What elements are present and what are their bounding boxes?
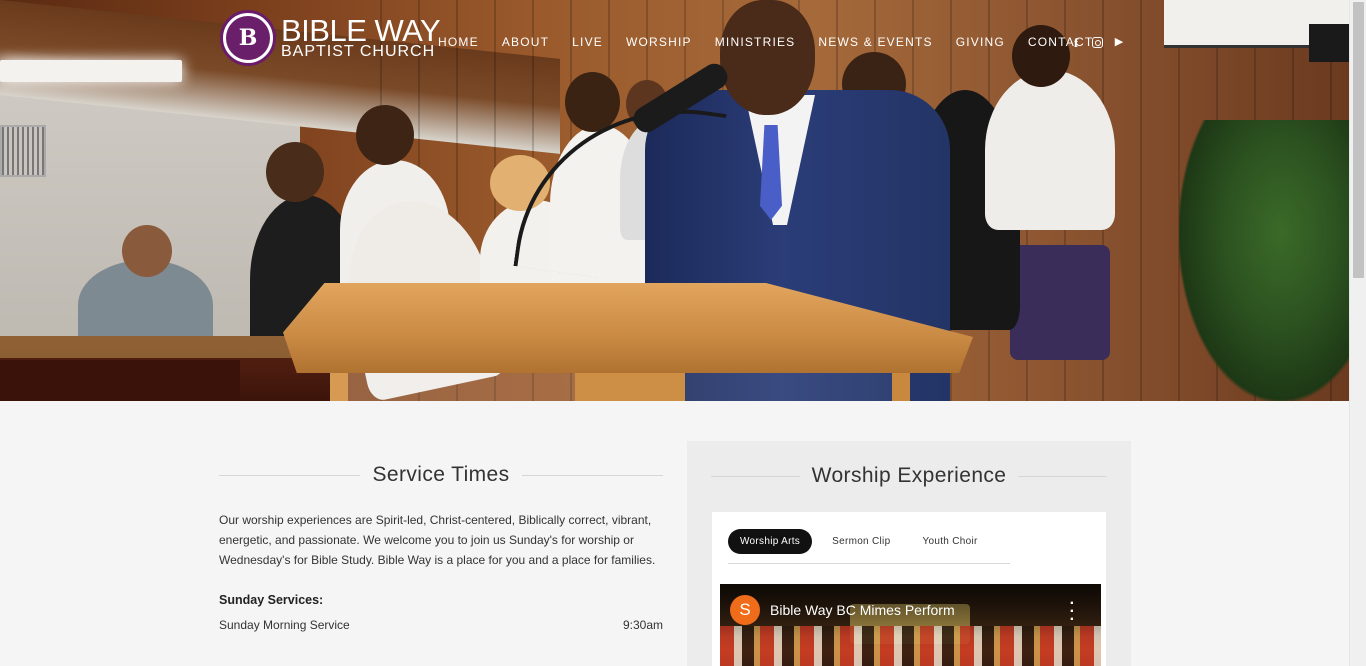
nav-ministries[interactable]: MINISTRIES [715,35,796,49]
page-scrollbar[interactable] [1349,0,1366,666]
hero-congregant-head [122,225,172,277]
hero-speaker [1309,24,1349,62]
channel-avatar[interactable]: S [730,595,760,625]
youtube-icon[interactable]: ▶ [1112,35,1126,51]
scrollbar-thumb[interactable] [1353,2,1364,278]
worship-tabs: Worship Arts Sermon Clip Youth Choir [728,529,1010,564]
social-links: f ▶ [1069,35,1126,51]
service-row: Sunday Morning Service 9:30am [219,618,663,632]
hero-congregant-head [356,105,414,165]
tab-youth-choir[interactable]: Youth Choir [910,529,989,554]
hero-choir-member [985,70,1115,230]
site-logo[interactable]: B BIBLE WAY BAPTIST CHURCH [220,10,441,66]
nav-giving[interactable]: GIVING [956,35,1005,49]
video-player[interactable]: S Bible Way BC Mimes Perform · · · [720,584,1101,666]
video-title[interactable]: Bible Way BC Mimes Perform [770,602,955,618]
nav-worship[interactable]: WORSHIP [626,35,692,49]
logo-name-line1: BIBLE WAY [281,13,441,48]
hero-image [0,0,1349,401]
video-more-icon[interactable]: · · · [1070,596,1075,628]
service-time: 9:30am [622,618,663,632]
nav-about[interactable]: ABOUT [502,35,549,49]
facebook-icon[interactable]: f [1069,35,1083,51]
service-times-title: Service Times [372,463,510,486]
logo-wordmark: BIBLE WAY BAPTIST CHURCH [281,13,441,60]
heading-rule-left [711,475,800,477]
heading-rule-right [1018,475,1108,477]
nav-news-events[interactable]: NEWS & EVENTS [818,35,932,49]
hero-front-rail-top [0,336,330,358]
heading-rule-right [521,474,664,476]
logo-emblem-inner: B [226,16,270,60]
sunday-services-title: Sunday Services: [219,593,324,607]
hero-preacher-head [720,0,815,115]
instagram-icon[interactable] [1092,37,1103,48]
worship-experience-section: Worship Experience Worship Arts Sermon C… [687,441,1131,666]
service-times-heading: Service Times [219,440,664,510]
hero-congregant-head [266,142,324,202]
service-times-description: Our worship experiences are Spirit-led, … [219,513,656,567]
hero-ceiling-light [0,60,182,82]
logo-name-line2: BAPTIST CHURCH [281,43,436,60]
hero-floor [0,360,240,401]
worship-experience-heading: Worship Experience [687,441,1131,511]
hero-plant [1179,120,1349,401]
tab-sermon-clip[interactable]: Sermon Clip [820,529,902,554]
hero-vent [0,125,46,177]
logo-letter: B [238,25,258,51]
service-times-section: Service Times Our worship experiences ar… [219,440,664,632]
worship-video-card: Worship Arts Sermon Clip Youth Choir S B… [712,512,1106,666]
service-label: Sunday Morning Service [219,618,350,632]
nav-home[interactable]: HOME [438,35,479,49]
nav-live[interactable]: LIVE [572,35,603,49]
video-title-bar: S Bible Way BC Mimes Perform [720,584,1101,636]
logo-emblem: B [220,10,276,66]
heading-rule-left [219,474,361,476]
worship-experience-title: Worship Experience [811,464,1007,487]
hero-chair [1010,245,1110,360]
main-nav: HOME ABOUT LIVE WORSHIP MINISTRIES NEWS … [438,35,1116,49]
tab-worship-arts[interactable]: Worship Arts [728,529,813,554]
